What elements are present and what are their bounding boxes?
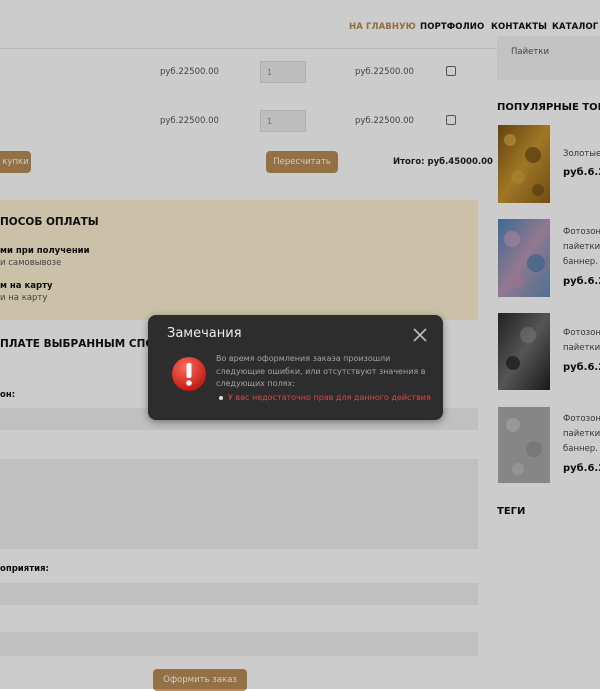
- dialog-title: Замечания: [167, 326, 242, 341]
- dialog-message: Во время оформления заказа произошли сле…: [216, 354, 426, 388]
- remarks-dialog: Замечания Во время оформления заказа про…: [148, 315, 443, 420]
- error-icon: [172, 357, 206, 391]
- error-bullet: [219, 396, 223, 400]
- dialog-error-item: У вас недостаточно прав для данного дейс…: [228, 393, 431, 402]
- close-icon[interactable]: [412, 327, 428, 343]
